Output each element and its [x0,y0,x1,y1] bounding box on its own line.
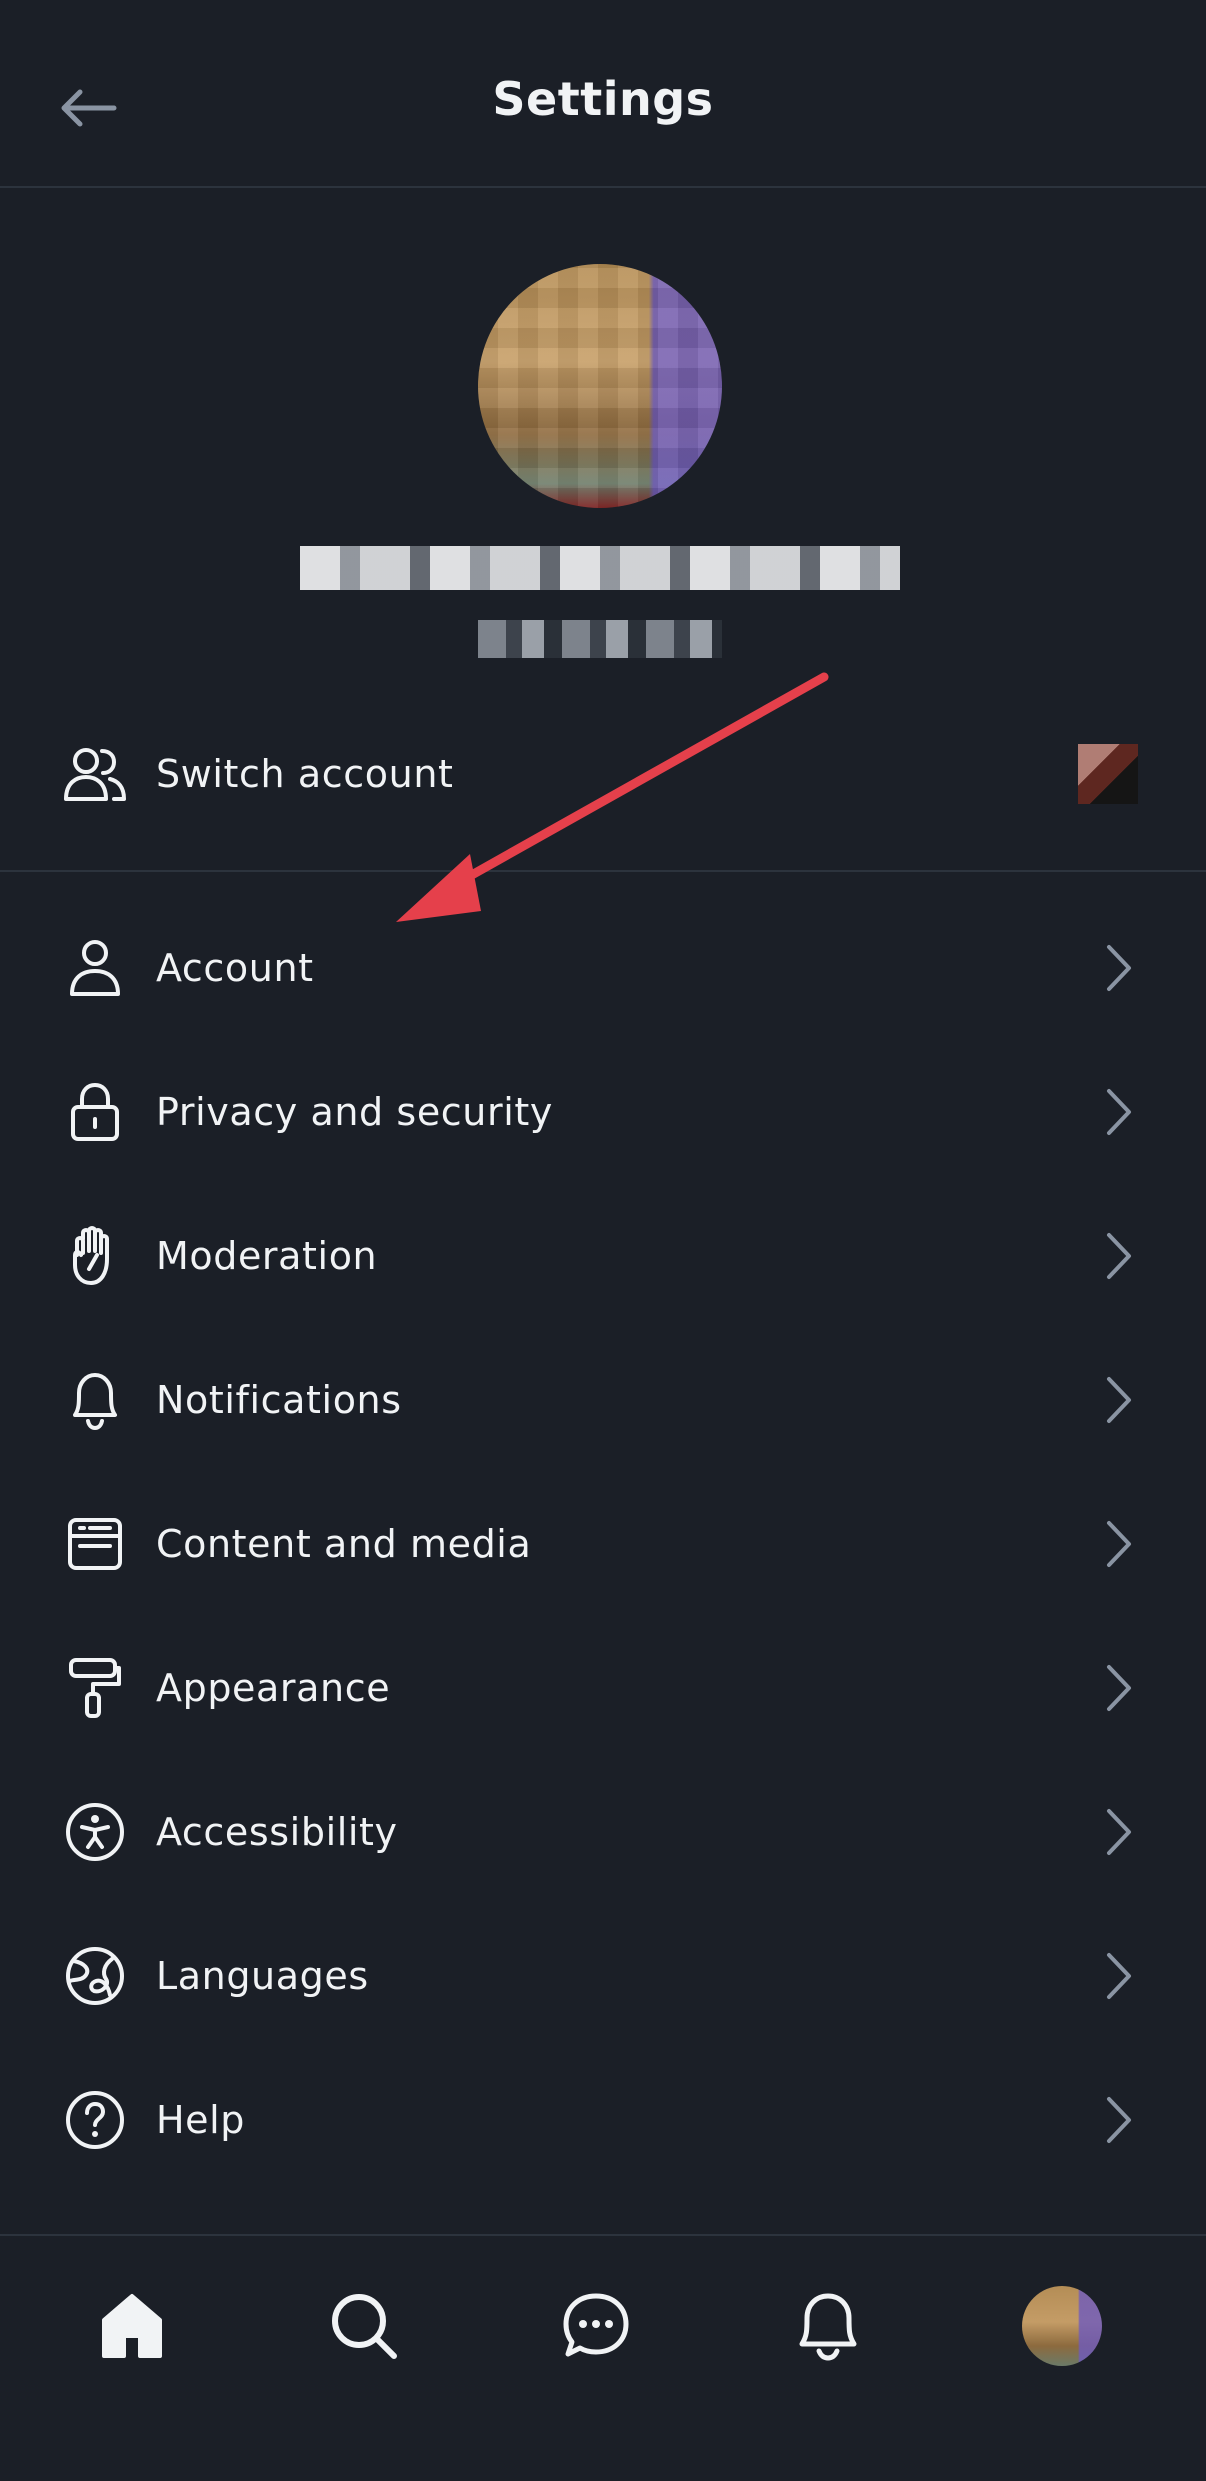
profile-section [0,188,1206,678]
browser-window-icon [62,1511,128,1577]
handle-redacted [478,620,722,658]
chevron-right-icon [1098,1946,1138,2006]
tab-notifications[interactable] [778,2276,878,2376]
lock-icon [62,1079,128,1145]
menu-item-content-and-media[interactable]: Content and media [0,1472,1206,1616]
switch-account-label: Switch account [156,752,454,796]
menu-item-label: Appearance [156,1666,391,1710]
menu-item-label: Account [156,946,314,990]
menu-item-account[interactable]: Account [0,896,1206,1040]
menu-item-label: Notifications [156,1378,402,1422]
avatar[interactable] [478,264,722,508]
tab-home[interactable] [82,2276,182,2376]
search-icon [332,2294,397,2359]
menu-item-appearance[interactable]: Appearance [0,1616,1206,1760]
tab-search[interactable] [314,2276,414,2376]
chevron-right-icon [1098,1802,1138,1862]
menu-item-label: Accessibility [156,1810,398,1854]
accessibility-icon [62,1799,128,1865]
menu-item-privacy-and-security[interactable]: Privacy and security [0,1040,1206,1184]
chevron-right-icon [1098,938,1138,998]
menu-item-notifications[interactable]: Notifications [0,1328,1206,1472]
bottom-tab-bar [0,2234,1206,2481]
switch-account-row[interactable]: Switch account [0,702,1206,846]
chevron-right-icon [1098,1226,1138,1286]
tab-profile[interactable] [1012,2276,1112,2376]
menu-item-label: Content and media [156,1522,532,1566]
menu-item-label: Help [156,2098,246,2142]
menu-item-moderation[interactable]: Moderation [0,1184,1206,1328]
chevron-right-icon [1098,1082,1138,1142]
menu-item-languages[interactable]: Languages [0,1904,1206,2048]
chevron-right-icon [1098,1658,1138,1718]
chevron-right-icon [1098,1370,1138,1430]
question-circle-icon [62,2087,128,2153]
bell-icon [62,1367,128,1433]
header: Settings [0,0,1206,188]
divider [0,870,1206,872]
chevron-right-icon [1098,1514,1138,1574]
home-icon [102,2294,162,2358]
globe-icon [62,1943,128,2009]
menu-item-label: Moderation [156,1234,378,1278]
paint-roller-icon [62,1655,128,1721]
menu-item-help[interactable]: Help [0,2048,1206,2192]
tab-messages[interactable] [546,2276,646,2376]
page-title: Settings [492,72,714,126]
bell-icon [799,2293,857,2361]
menu-item-label: Languages [156,1954,369,1998]
avatar [1022,2286,1102,2366]
chat-icon [563,2293,629,2357]
people-icon [62,741,128,807]
chevron-right-icon [1098,2090,1138,2150]
menu-item-accessibility[interactable]: Accessibility [0,1760,1206,1904]
account-avatar-mini [1078,744,1138,804]
person-icon [62,935,128,1001]
display-name-redacted [300,546,900,590]
hand-icon [62,1223,128,1289]
menu-item-label: Privacy and security [156,1090,553,1134]
